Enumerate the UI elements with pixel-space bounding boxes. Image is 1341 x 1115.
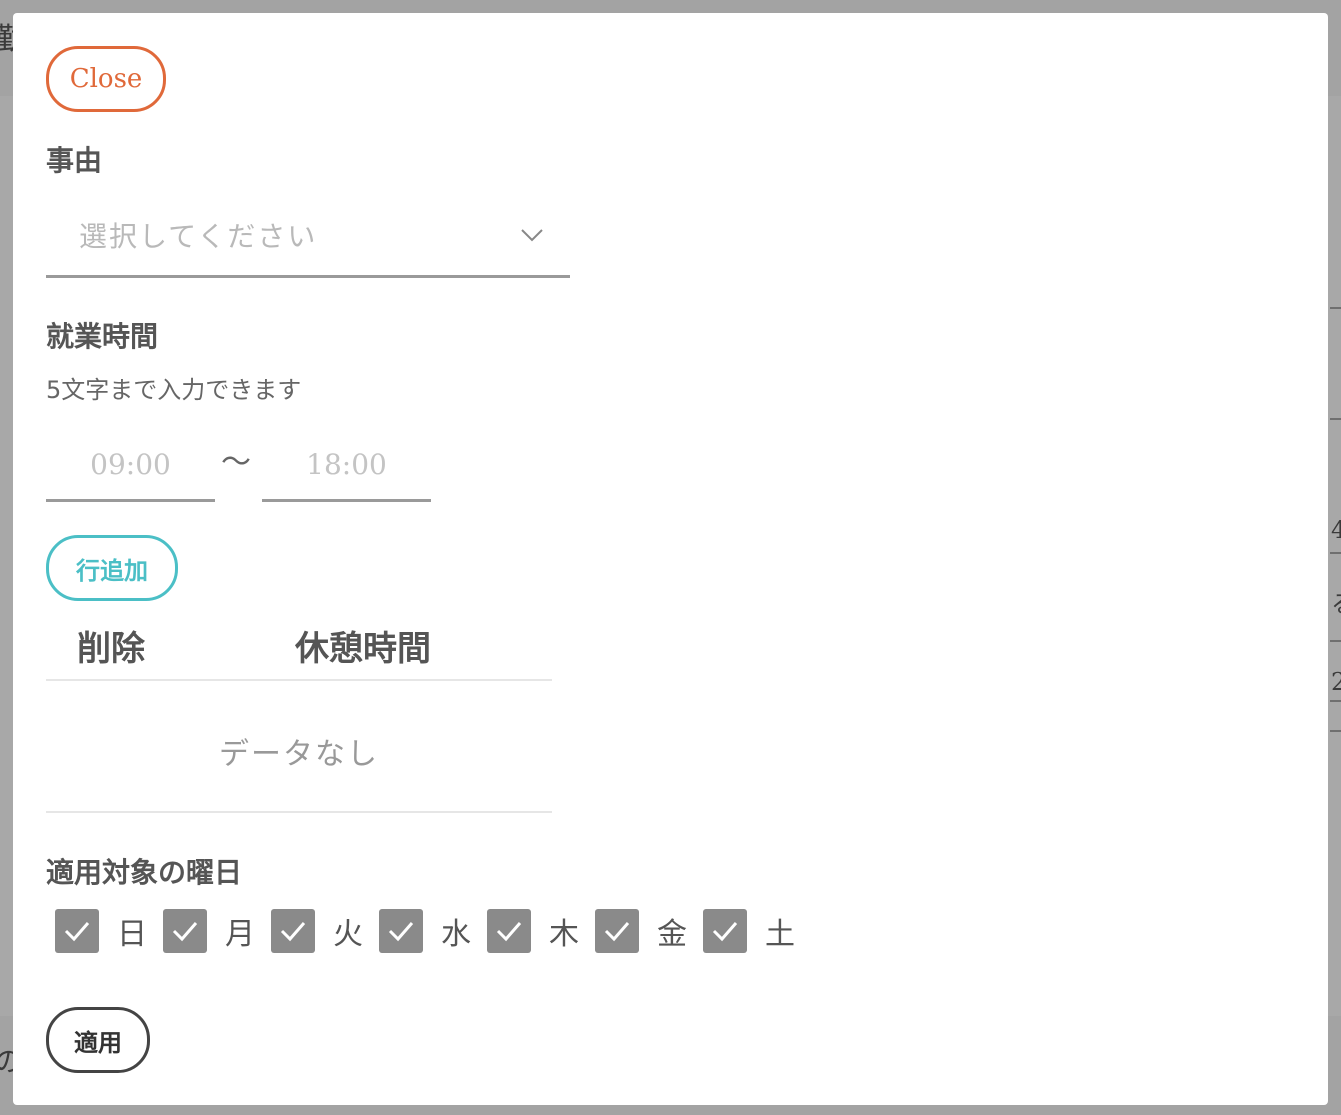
background-divider (1330, 730, 1341, 732)
weekday-checkbox-wed[interactable]: 水 (379, 909, 487, 953)
weekday-checkbox-mon[interactable]: 月 (163, 909, 271, 953)
start-time-input[interactable] (46, 429, 215, 502)
background-text-fragment-right-2: る (1331, 584, 1341, 619)
checkbox-checked-icon[interactable] (487, 909, 531, 953)
checkbox-checked-icon[interactable] (595, 909, 639, 953)
background-divider (1330, 418, 1341, 420)
checkbox-checked-icon[interactable] (703, 909, 747, 953)
checkbox-checked-icon[interactable] (163, 909, 207, 953)
checkbox-checked-icon[interactable] (379, 909, 423, 953)
table-empty-row: データなし (46, 681, 552, 813)
work-hours-hint: 5文字まで入力できます (46, 376, 302, 404)
checkbox-checked-icon[interactable] (55, 909, 99, 953)
reason-select[interactable]: 選択してください (46, 201, 570, 278)
add-row-button[interactable]: 行追加 (46, 535, 178, 601)
reason-label: 事由 (46, 144, 103, 177)
background-divider (1330, 640, 1341, 642)
end-time-input[interactable] (262, 429, 431, 502)
weekdays-label: 適用対象の曜日 (46, 856, 243, 889)
weekday-label: 水 (441, 917, 471, 952)
weekday-label: 火 (333, 917, 363, 952)
weekday-checkbox-sat[interactable]: 土 (703, 909, 811, 953)
weekday-label: 木 (549, 917, 579, 952)
work-hours-label: 就業時間 (46, 320, 159, 353)
weekday-checkbox-fri[interactable]: 金 (595, 909, 703, 953)
time-range-separator: 〜 (221, 445, 251, 480)
reason-select-placeholder: 選択してください (79, 220, 318, 253)
weekday-label: 月 (225, 917, 255, 952)
column-header-break-time: 休憩時間 (295, 629, 431, 669)
background-divider (1330, 700, 1341, 702)
break-time-table: 削除 休憩時間 データなし (46, 613, 552, 813)
background-text-fragment-right-1: 4 (1331, 516, 1341, 544)
empty-state-text: データなし (219, 737, 379, 772)
weekday-checkbox-group: 日 月 火 水 木 金 土 (55, 909, 811, 953)
chevron-down-icon (521, 229, 543, 242)
table-header: 削除 休憩時間 (46, 613, 552, 681)
weekday-checkbox-thu[interactable]: 木 (487, 909, 595, 953)
weekday-label: 日 (117, 917, 147, 952)
weekday-label: 土 (765, 917, 795, 952)
checkbox-checked-icon[interactable] (271, 909, 315, 953)
apply-button[interactable]: 適用 (46, 1007, 150, 1073)
settings-modal: Close 事由 選択してください 就業時間 5文字まで入力できます 〜 行追加… (13, 13, 1328, 1105)
background-divider (1330, 307, 1341, 309)
column-header-delete: 削除 (77, 629, 145, 669)
background-divider (1330, 552, 1341, 554)
background-text-fragment-right-3: 2 (1331, 668, 1341, 696)
weekday-checkbox-tue[interactable]: 火 (271, 909, 379, 953)
close-button[interactable]: Close (46, 46, 166, 112)
weekday-checkbox-sun[interactable]: 日 (55, 909, 163, 953)
weekday-label: 金 (657, 917, 687, 952)
